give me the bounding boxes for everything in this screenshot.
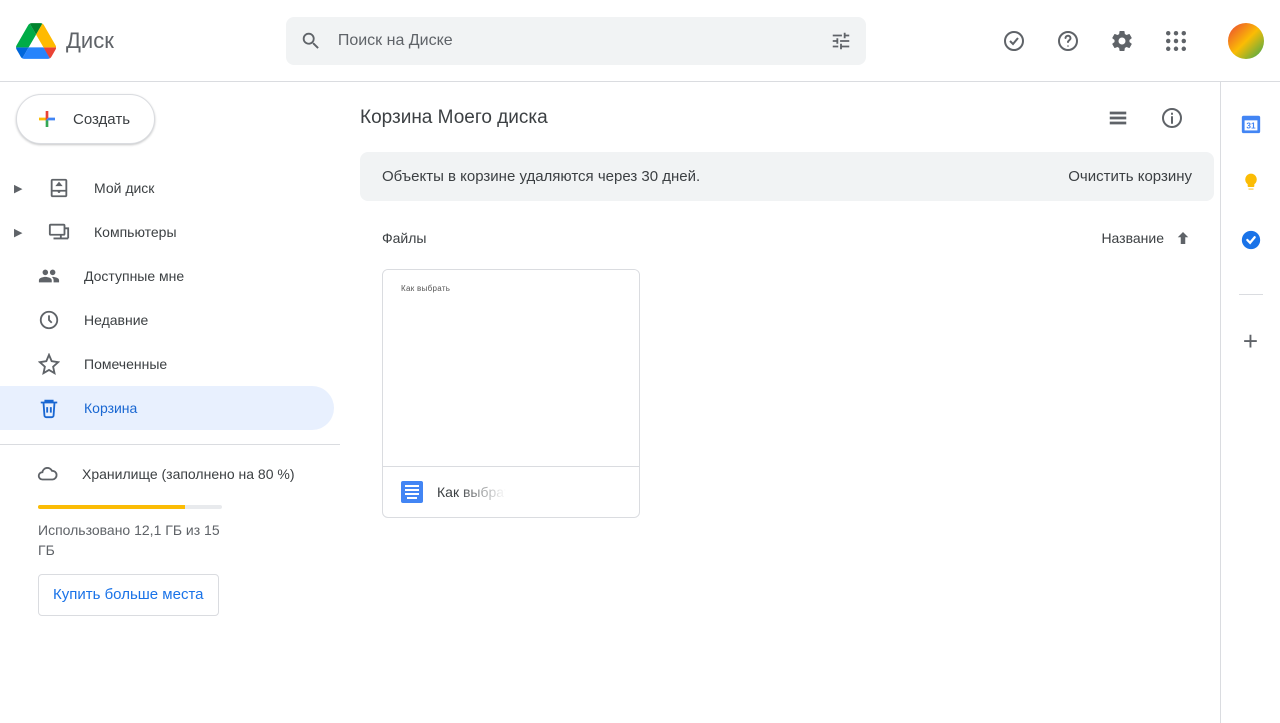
nav-label: Помеченные (84, 356, 167, 372)
arrow-up-icon (1174, 229, 1192, 247)
list-view-icon[interactable] (1106, 106, 1130, 130)
nav-computers[interactable]: ▶ Компьютеры (0, 210, 334, 254)
app-title: Диск (66, 28, 114, 54)
content: Создать ▶ Мой диск ▶ Компьютеры Доступны… (0, 82, 1280, 723)
sort-label: Название (1101, 230, 1164, 246)
main-area: Корзина Моего диска Объекты в корзине уд… (340, 82, 1220, 723)
nav-label: Мой диск (94, 180, 154, 196)
svg-text:31: 31 (1246, 122, 1256, 131)
help-icon[interactable] (1056, 29, 1080, 53)
nav-recent[interactable]: Недавние (0, 298, 334, 342)
nav-shared[interactable]: Доступные мне (0, 254, 334, 298)
sidebar: Создать ▶ Мой диск ▶ Компьютеры Доступны… (0, 82, 340, 723)
storage-title[interactable]: Хранилище (заполнено на 80 %) (36, 463, 324, 485)
drive-logo-icon (16, 21, 56, 61)
nav-starred[interactable]: Помеченные (0, 342, 334, 386)
logo-group[interactable]: Диск (16, 21, 114, 61)
section-label: Файлы (382, 230, 426, 246)
info-icon[interactable] (1160, 106, 1184, 130)
nav-label: Корзина (84, 400, 137, 416)
search-icon (300, 30, 322, 52)
files-section: Файлы Название Как выбрать Как выбрать (360, 229, 1220, 518)
trash-icon (38, 397, 60, 419)
computers-icon (48, 221, 70, 243)
file-card-footer: Как выбрать (383, 466, 639, 517)
create-label: Создать (73, 111, 130, 128)
google-doc-icon (401, 481, 423, 503)
get-addons-icon[interactable]: + (1239, 329, 1263, 353)
trash-banner: Объекты в корзине удаляются через 30 дне… (360, 152, 1214, 201)
caret-icon: ▶ (14, 226, 24, 239)
file-thumbnail: Как выбрать (383, 270, 639, 466)
offline-status-icon[interactable] (1002, 29, 1026, 53)
nav-label: Компьютеры (94, 224, 177, 240)
storage-usage-text: Использовано 12,1 ГБ из 15 ГБ (38, 521, 238, 560)
storage-label: Хранилище (заполнено на 80 %) (82, 466, 295, 482)
buy-more-storage-button[interactable]: Купить больше места (38, 574, 219, 616)
nav-label: Недавние (84, 312, 148, 328)
search-input[interactable] (338, 32, 814, 50)
tasks-addon-icon[interactable] (1239, 228, 1263, 252)
file-grid: Как выбрать Как выбрать (382, 269, 1192, 518)
main-header: Корзина Моего диска (360, 106, 1220, 130)
cloud-icon (36, 463, 58, 485)
settings-icon[interactable] (1110, 29, 1134, 53)
caret-icon: ▶ (14, 182, 24, 195)
file-name: Как выбрать (437, 484, 517, 500)
storage-bar-fill (38, 505, 185, 509)
shared-icon (38, 265, 60, 287)
banner-text: Объекты в корзине удаляются через 30 дне… (382, 168, 700, 185)
calendar-addon-icon[interactable]: 31 (1239, 112, 1263, 136)
keep-addon-icon[interactable] (1239, 170, 1263, 194)
recent-icon (38, 309, 60, 331)
right-rail: 31 + (1220, 82, 1280, 723)
search-options-icon[interactable] (830, 30, 852, 52)
header: Диск (0, 0, 1280, 82)
nav-my-drive[interactable]: ▶ Мой диск (0, 166, 334, 210)
storage-section: Хранилище (заполнено на 80 %) Использова… (0, 444, 340, 616)
storage-bar (38, 505, 222, 509)
sort-control[interactable]: Название (1101, 229, 1192, 247)
page-title: Корзина Моего диска (360, 107, 548, 129)
empty-trash-button[interactable]: Очистить корзину (1068, 168, 1192, 185)
rail-divider (1239, 294, 1263, 295)
file-card[interactable]: Как выбрать Как выбрать (382, 269, 640, 518)
star-icon (38, 353, 60, 375)
header-icons (1002, 23, 1264, 59)
create-button[interactable]: Создать (16, 94, 155, 144)
search-box[interactable] (286, 17, 866, 65)
account-avatar[interactable] (1228, 23, 1264, 59)
nav-label: Доступные мне (84, 268, 184, 284)
apps-grid-icon[interactable] (1164, 29, 1188, 53)
nav: ▶ Мой диск ▶ Компьютеры Доступные мне Не… (0, 166, 340, 430)
nav-trash[interactable]: Корзина (0, 386, 334, 430)
plus-icon (35, 107, 59, 131)
my-drive-icon (48, 177, 70, 199)
